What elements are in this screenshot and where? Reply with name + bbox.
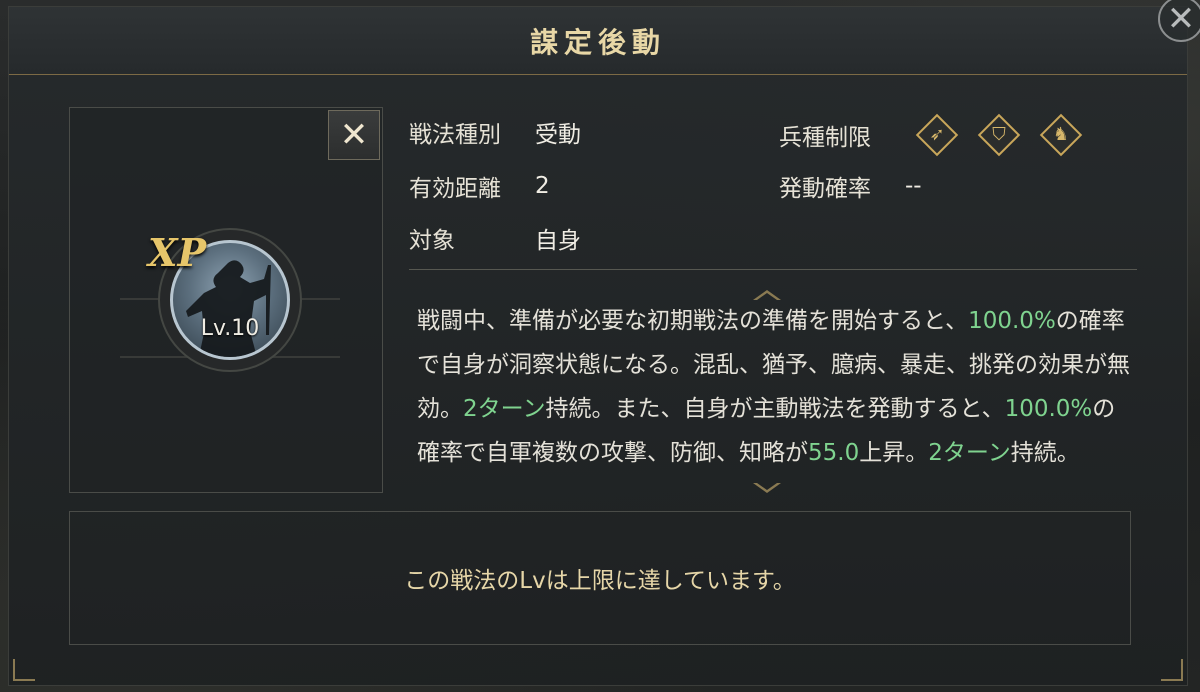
description-text: 持続。	[1010, 440, 1080, 466]
troop-row: 兵種制限 ➶ ⛉ ♞	[779, 113, 1083, 157]
description-text: 戦闘中、準備が必要な初期戦法の準備を開始すると、	[417, 308, 969, 334]
range-value: 2	[535, 173, 550, 199]
highlight-value: 2ターン	[463, 396, 546, 422]
dialog-close-button[interactable]: ✕	[1158, 0, 1200, 42]
close-icon: ✕	[1166, 0, 1196, 39]
corner-ornament	[1161, 659, 1183, 681]
rate-label: 発動確率	[779, 176, 871, 202]
range-label: 有効距離	[409, 176, 501, 202]
highlight-value: 2ターン	[928, 440, 1011, 466]
info-divider	[409, 269, 1137, 270]
highlight-value: 100.0%	[968, 308, 1056, 334]
range-row: 有効距離 2	[409, 169, 550, 203]
close-icon: ✕	[339, 115, 369, 155]
skill-emblem: XP Lv.10	[120, 228, 340, 408]
target-row: 対象 自身	[409, 221, 581, 255]
skill-description: 戦闘中、準備が必要な初期戦法の準備を開始すると、100.0%の確率で自身が洞察状…	[417, 299, 1135, 475]
type-label: 戦法種別	[409, 122, 501, 148]
troop-label: 兵種制限	[779, 125, 871, 151]
highlight-value: 100.0%	[1004, 396, 1093, 422]
target-label: 対象	[409, 228, 455, 254]
horse-icon[interactable]: ♞	[1039, 113, 1083, 157]
bow-icon[interactable]: ➶	[915, 113, 959, 157]
troop-icons: ➶ ⛉ ♞	[915, 113, 1083, 157]
scroll-down-icon[interactable]	[753, 483, 781, 493]
shield-icon[interactable]: ⛉	[977, 113, 1021, 157]
target-value: 自身	[535, 228, 581, 254]
skill-detail-dialog: 謀定後動 ✕ XP Lv.10 戦法種別 受動 有効距離 2 対象 自身 兵種制…	[8, 6, 1188, 686]
rate-value: --	[905, 173, 922, 199]
type-row: 戦法種別 受動	[409, 115, 581, 149]
rate-row: 発動確率 --	[779, 169, 922, 203]
highlight-value: 55.0	[808, 440, 860, 466]
skill-portrait-panel: ✕ XP Lv.10	[69, 107, 383, 493]
skill-level: Lv.10	[200, 316, 260, 341]
level-status-box: この戦法のLvは上限に達しています。	[69, 511, 1131, 645]
dialog-title-bar: 謀定後動	[9, 7, 1187, 75]
corner-ornament	[13, 659, 35, 681]
close-button[interactable]: ✕	[328, 110, 380, 160]
xp-badge: XP	[148, 230, 207, 275]
type-value: 受動	[535, 122, 581, 148]
max-level-message: この戦法のLvは上限に達しています。	[404, 568, 796, 594]
description-text: 上昇。	[859, 440, 929, 466]
dialog-title: 謀定後動	[529, 25, 666, 59]
description-text: 持続。また、自身が主動戦法を発動すると、	[545, 396, 1005, 422]
